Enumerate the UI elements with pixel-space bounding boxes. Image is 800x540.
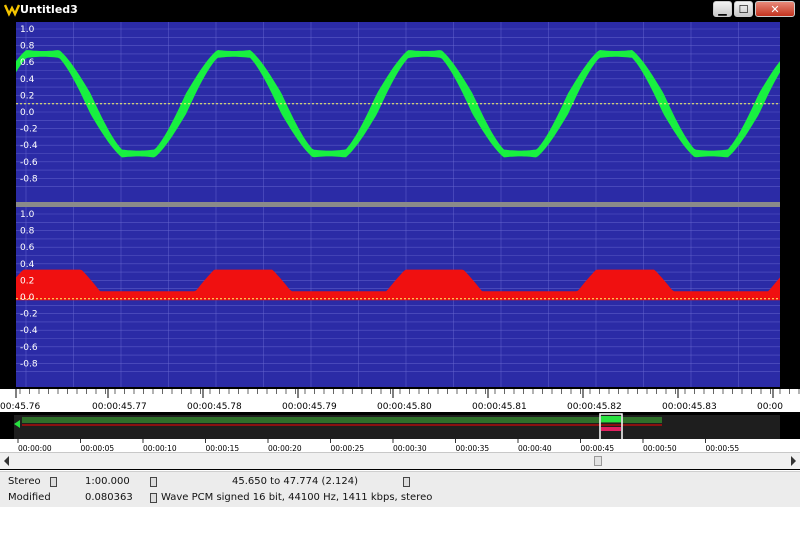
timeline-label: 00:00:45.83 bbox=[662, 402, 717, 412]
overview-waveform-2 bbox=[22, 424, 662, 426]
y-axis-label: -0.6 bbox=[20, 158, 38, 168]
y-axis-label: -0.6 bbox=[20, 343, 38, 353]
timeline-label: 00:45.76 bbox=[0, 402, 41, 412]
y-axis-label: -0.4 bbox=[20, 141, 38, 151]
y-axis-label: 0.4 bbox=[20, 260, 35, 270]
status-format: Wave PCM signed 16 bit, 44100 Hz, 1411 k… bbox=[161, 492, 433, 503]
y-axis-label: 1.0 bbox=[20, 210, 35, 220]
overview-selection-fill bbox=[601, 427, 621, 431]
maximize-button[interactable]: ☐ bbox=[734, 1, 753, 17]
title-bar: Untitled3 ▁ ☐ ✕ bbox=[0, 0, 800, 20]
waveform-view[interactable]: 1.0 0.8 0.6 0.4 0.2 0.0 -0.2 -0.4 -0.6 -0.8 1.0 0.8… bbox=[0, 20, 800, 470]
timeline-label: 00:00:45.79 bbox=[282, 402, 337, 412]
close-button[interactable]: ✕ bbox=[755, 1, 795, 17]
status-selection: 45.650 to 47.774 (2.124) bbox=[232, 476, 358, 487]
y-axis-label: -0.2 bbox=[20, 125, 38, 135]
status-sep-icon bbox=[150, 477, 157, 487]
y-axis-label: -0.8 bbox=[20, 174, 38, 184]
y-axis-label: 0.2 bbox=[20, 91, 34, 101]
timeline-label: 00:00:45.81 bbox=[472, 402, 527, 412]
scroll-left-icon[interactable] bbox=[4, 456, 9, 466]
timeline-label: 00:00:45.82 bbox=[567, 402, 622, 412]
y-axis-label: 0.0 bbox=[20, 293, 35, 303]
status-value: 0.080363 bbox=[85, 492, 133, 503]
timeline-label: 00:00:45.78 bbox=[187, 402, 242, 412]
status-state: Modified bbox=[8, 492, 51, 503]
status-sep-icon bbox=[50, 477, 57, 487]
y-axis-label: -0.8 bbox=[20, 359, 38, 369]
channel-divider[interactable] bbox=[16, 202, 780, 207]
status-duration: 1:00.000 bbox=[85, 476, 130, 487]
minimize-button[interactable]: ▁ bbox=[713, 1, 732, 17]
overview-selection-fill bbox=[601, 416, 621, 422]
y-axis-label: 0.6 bbox=[20, 243, 35, 253]
status-mode: Stereo bbox=[8, 476, 41, 487]
window-title: Untitled3 bbox=[20, 3, 78, 16]
y-axis-label: 0.0 bbox=[20, 108, 35, 118]
y-axis-label: 1.0 bbox=[20, 25, 35, 35]
y-axis-label: 0.8 bbox=[20, 42, 35, 52]
timeline-label: 00:00:45.77 bbox=[92, 402, 147, 412]
timeline-label: 00:00:45.80 bbox=[377, 402, 432, 412]
app-logo-icon bbox=[4, 4, 20, 17]
scroll-right-icon[interactable] bbox=[791, 456, 796, 466]
right-edge bbox=[780, 20, 800, 389]
y-axis-label: 0.6 bbox=[20, 58, 35, 68]
status-sep-icon bbox=[150, 493, 157, 503]
status-sep-icon bbox=[403, 477, 410, 487]
y-axis-label: -0.4 bbox=[20, 326, 38, 336]
y-axis-label: 0.8 bbox=[20, 227, 35, 237]
y-axis-label: 0.4 bbox=[20, 75, 35, 85]
y-axis-label: 0.2 bbox=[20, 276, 34, 286]
overview-waveform-1 bbox=[22, 417, 662, 423]
scroll-thumb[interactable] bbox=[594, 456, 602, 466]
editor-area: 1.0 0.8 0.6 0.4 0.2 0.0 -0.2 -0.4 -0.6 -0.8 1.0 0.8… bbox=[0, 20, 800, 470]
timeline-label: 00:00 bbox=[757, 402, 783, 412]
horizontal-scrollbar[interactable] bbox=[0, 452, 800, 469]
status-bar: Stereo 1:00.000 45.650 to 47.774 (2.124)… bbox=[0, 471, 800, 507]
y-axis-label: -0.2 bbox=[20, 310, 38, 320]
